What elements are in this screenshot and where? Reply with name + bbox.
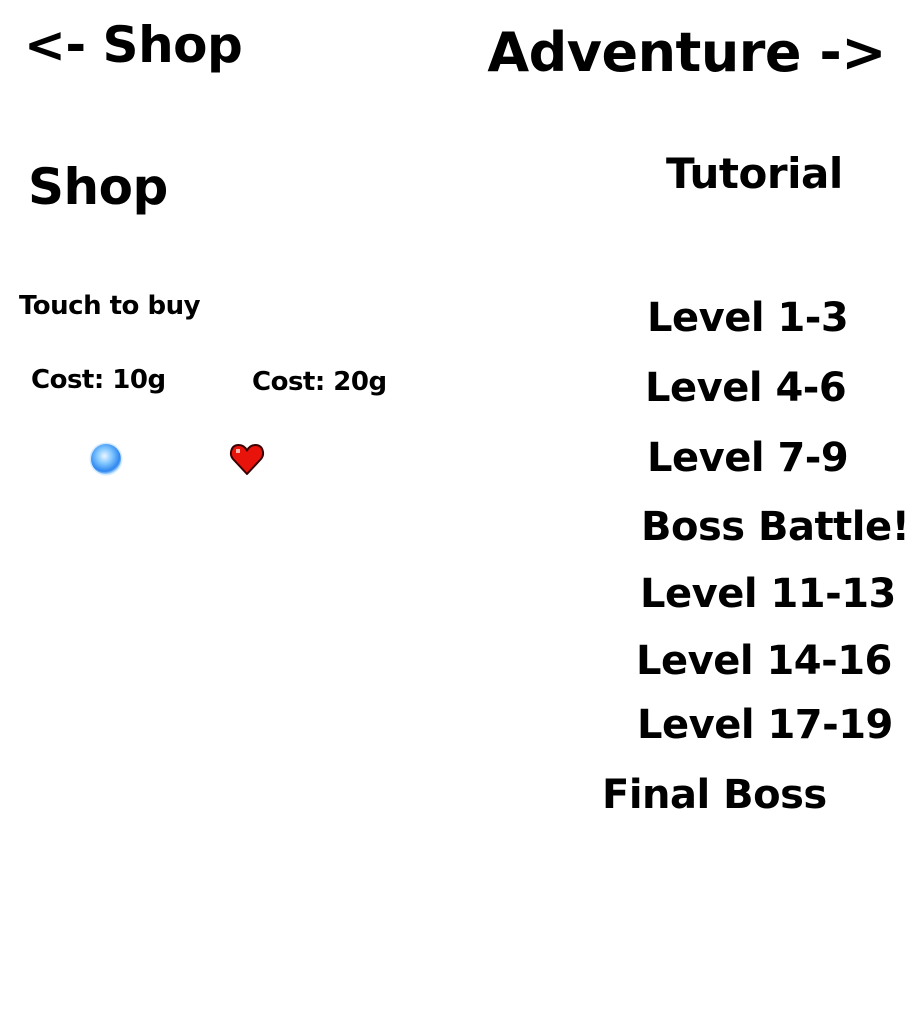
level-17-19-button[interactable]: Level 17-19 <box>637 705 893 745</box>
orb-cost-label: Cost: 10g <box>31 365 166 395</box>
level-11-13-button[interactable]: Level 11-13 <box>640 574 896 614</box>
level-14-16-button[interactable]: Level 14-16 <box>636 641 892 681</box>
adventure-nav-button[interactable]: Adventure -> <box>487 26 886 80</box>
tutorial-button[interactable]: Tutorial <box>666 153 843 195</box>
boss-battle-button[interactable]: Boss Battle! <box>641 507 910 547</box>
heart-cost-label: Cost: 20g <box>252 367 387 397</box>
heart-graphic <box>230 444 264 475</box>
touch-to-buy-hint: Touch to buy <box>19 291 201 321</box>
blue-orb-icon[interactable] <box>88 441 124 477</box>
level-4-6-button[interactable]: Level 4-6 <box>645 368 847 408</box>
heart-icon[interactable] <box>229 441 265 477</box>
level-1-3-button[interactable]: Level 1-3 <box>647 298 849 338</box>
shop-title: Shop <box>28 158 168 216</box>
blue-orb-graphic <box>89 442 123 476</box>
shop-nav-button[interactable]: <- Shop <box>24 20 243 70</box>
level-7-9-button[interactable]: Level 7-9 <box>647 438 849 478</box>
final-boss-button[interactable]: Final Boss <box>602 775 827 815</box>
